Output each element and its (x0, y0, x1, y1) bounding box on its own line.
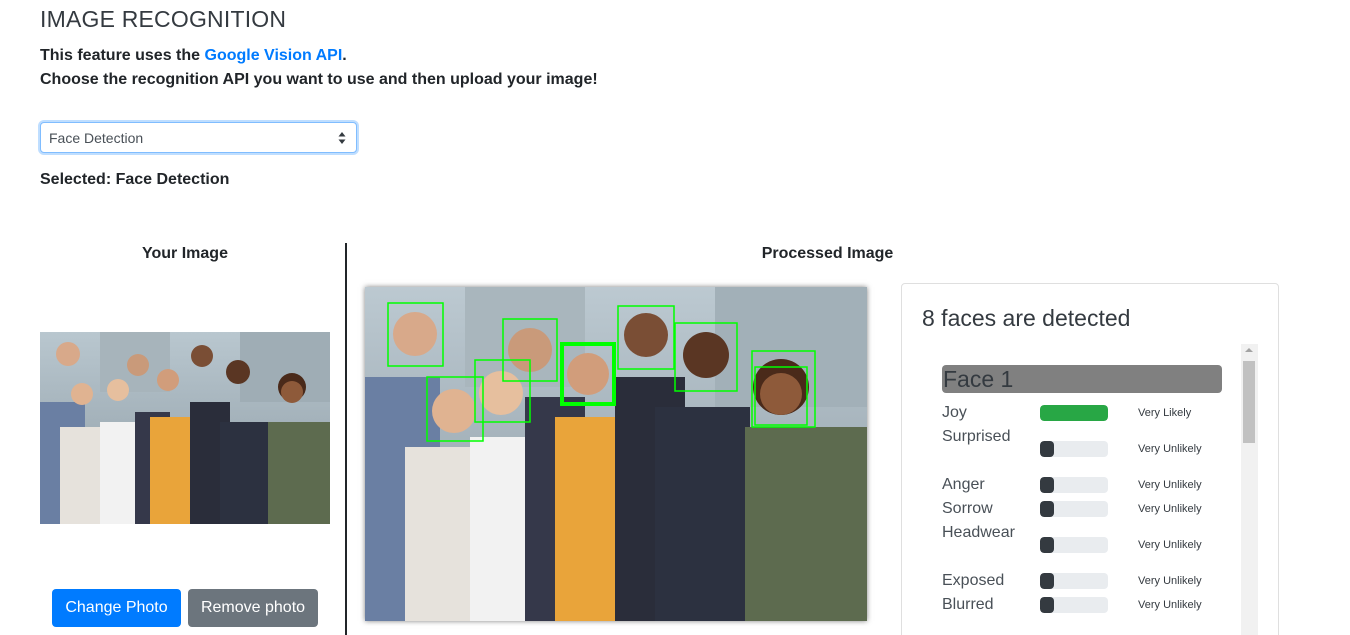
likelihood-text: Very Unlikely (1138, 479, 1202, 491)
intro-prefix: This feature uses the (40, 47, 205, 64)
processed-image-heading: Processed Image (761, 245, 894, 262)
api-select-value: Face Detection (49, 130, 144, 146)
original-photo (40, 332, 330, 524)
column-divider (345, 243, 347, 635)
likelihood-text: Very Unlikely (1138, 539, 1202, 551)
updown-caret-icon (338, 132, 346, 144)
likelihood-text: Very Unlikely (1138, 599, 1202, 611)
intro-text: This feature uses the Google Vision API.… (40, 44, 598, 92)
likelihood-bar-fill (1040, 501, 1054, 517)
likelihood-bar-fill (1040, 537, 1054, 553)
face-header: Face 1 (942, 365, 1222, 393)
emotion-label: Sorrow (942, 500, 993, 517)
likelihood-bar (1040, 441, 1108, 457)
intro-suffix: . (342, 47, 347, 64)
scroll-thumb[interactable] (1243, 361, 1255, 443)
likelihood-text: Very Unlikely (1138, 575, 1202, 587)
face-results-card: 8 faces are detected Face 1 Joy Very Like… (901, 283, 1279, 635)
likelihood-bar-fill (1040, 477, 1054, 493)
results-scrollbar[interactable] (1241, 344, 1258, 635)
likelihood-bar (1040, 477, 1108, 493)
likelihood-text: Very Likely (1138, 407, 1192, 419)
likelihood-text: Very Unlikely (1138, 503, 1202, 515)
emotion-label: Joy (942, 404, 967, 421)
google-vision-api-link[interactable]: Google Vision API (205, 47, 343, 64)
remove-photo-button[interactable]: Remove photo (188, 589, 318, 627)
emotion-label: Blurred (942, 596, 994, 613)
change-photo-button[interactable]: Change Photo (52, 589, 181, 627)
likelihood-bar-fill (1040, 597, 1054, 613)
emotion-label: Headwear (942, 524, 1015, 541)
scroll-up-arrow-icon[interactable] (1245, 348, 1253, 352)
likelihood-bar (1040, 597, 1108, 613)
likelihood-bar-fill (1040, 441, 1054, 457)
face-results-list[interactable]: Face 1 Joy Very Likely Surprised Very Unlik… (922, 345, 1258, 635)
page-title: IMAGE RECOGNITION (40, 6, 287, 32)
processed-photo (365, 287, 867, 621)
instructions-text: Choose the recognition API you want to u… (40, 71, 598, 88)
likelihood-bar (1040, 573, 1108, 589)
likelihood-bar (1040, 501, 1108, 517)
likelihood-bar (1040, 405, 1108, 421)
selected-api-label: Selected: Face Detection (40, 171, 230, 188)
faces-detected-title: 8 faces are detected (922, 305, 1131, 331)
likelihood-text: Very Unlikely (1138, 443, 1202, 455)
your-image-heading: Your Image (142, 245, 228, 262)
likelihood-bar-fill (1040, 573, 1054, 589)
emotion-label: Anger (942, 476, 985, 493)
recognition-api-select[interactable]: Face Detection (40, 122, 357, 153)
likelihood-bar (1040, 537, 1108, 553)
emotion-label: Exposed (942, 572, 1005, 589)
emotion-label: Surprised (942, 428, 1011, 445)
likelihood-bar-fill (1040, 405, 1108, 421)
